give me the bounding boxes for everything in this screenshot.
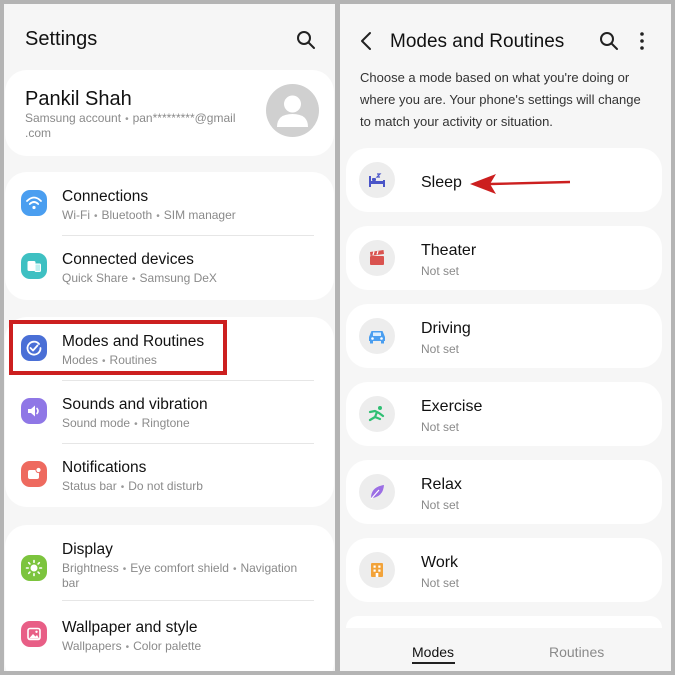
settings-item-sub: Status bar • Do not disturb <box>62 479 203 493</box>
mode-title: Relax <box>421 476 462 493</box>
account-email: pan*********@gmail <box>132 111 236 125</box>
mode-title: Driving <box>421 320 471 337</box>
notification-icon <box>21 461 47 487</box>
settings-item-label: Connected devices <box>62 251 194 268</box>
clapperboard-icon <box>359 240 395 276</box>
mode-card-relax[interactable]: Relax Not set <box>346 460 662 524</box>
divider <box>62 380 314 381</box>
divider <box>62 600 314 601</box>
search-icon[interactable] <box>597 29 621 53</box>
account-email-line2: .com <box>25 126 52 140</box>
profile-account: Samsung account • pan*********@gmail <box>25 111 236 125</box>
tab-modes-indicator <box>412 662 455 664</box>
description-line: to match your activity or situation. <box>360 114 553 129</box>
sub-soundmode: Sound mode <box>62 416 131 430</box>
more-options-icon[interactable] <box>630 29 654 53</box>
settings-item-label: Connections <box>62 188 149 205</box>
settings-item-sub: Brightness • Eye comfort shield • Navigation <box>62 561 298 575</box>
sub-quickshare: Quick Share <box>62 271 129 285</box>
devices-icon <box>21 253 47 279</box>
settings-item-sub: Sound mode • Ringtone <box>62 416 190 430</box>
divider <box>62 443 314 444</box>
speaker-icon <box>21 398 47 424</box>
settings-item-label: Wallpaper and style <box>62 619 198 636</box>
search-icon[interactable] <box>294 28 318 52</box>
description-line: Choose a mode based on what you're doing… <box>360 70 630 85</box>
sub-eyecomfort: Eye comfort shield <box>130 561 229 575</box>
arrow-annotation <box>470 172 572 196</box>
settings-item-sub-line2: bar <box>62 576 80 590</box>
settings-item-label: Notifications <box>62 459 147 476</box>
mode-status: Not set <box>421 264 460 278</box>
profile-name: Pankil Shah <box>25 88 132 110</box>
sub-dex: Samsung DeX <box>139 271 217 285</box>
mode-title: Theater <box>421 242 477 259</box>
mode-card-partial <box>346 616 662 628</box>
wifi-icon <box>21 190 47 216</box>
back-chevron-icon[interactable] <box>354 29 378 53</box>
sub-wallpapers: Wallpapers <box>62 639 122 653</box>
description-line: where you are. Your phone's settings wil… <box>360 92 641 107</box>
sub-bluetooth: Bluetooth <box>101 208 153 222</box>
settings-item-sub: Wallpapers • Color palette <box>62 639 202 653</box>
leaf-icon <box>359 474 395 510</box>
profile-card[interactable]: Pankil Shah Samsung account • pan*********… <box>5 70 334 156</box>
mode-title: Exercise <box>421 398 483 415</box>
car-icon <box>359 318 395 354</box>
sub-navigation: Navigation <box>240 561 298 575</box>
mode-card-theater[interactable]: Theater Not set <box>346 226 662 290</box>
sub-ringtone: Ringtone <box>141 416 190 430</box>
settings-item-label: Sounds and vibration <box>62 396 208 413</box>
sub-brightness: Brightness <box>62 561 119 575</box>
sub-sim: SIM manager <box>163 208 236 222</box>
mode-card-driving[interactable]: Driving Not set <box>346 304 662 368</box>
mode-status: Not set <box>421 342 460 356</box>
settings-item-sub: Wi-Fi • Bluetooth • SIM manager <box>62 208 236 222</box>
mode-title: Work <box>421 554 459 571</box>
settings-item-sub: Quick Share • Samsung DeX <box>62 271 217 285</box>
page-title: Settings <box>25 28 98 50</box>
divider <box>62 235 314 236</box>
mode-status: Not set <box>421 576 460 590</box>
bed-icon <box>359 162 395 198</box>
avatar[interactable] <box>266 84 319 137</box>
bottom-tab-bar <box>340 628 671 671</box>
mode-title: Sleep <box>421 174 462 191</box>
modes-panel: Modes and Routines Choose a mode based o… <box>340 4 671 671</box>
account-label: Samsung account <box>25 111 122 125</box>
highlight-box <box>9 320 227 375</box>
building-icon <box>359 552 395 588</box>
page-title: Modes and Routines <box>390 31 565 52</box>
sub-colorpalette: Color palette <box>133 639 202 653</box>
tab-modes[interactable]: Modes <box>412 644 454 660</box>
mode-status: Not set <box>421 498 460 512</box>
mode-status: Not set <box>421 420 460 434</box>
mode-card-exercise[interactable]: Exercise Not set <box>346 382 662 446</box>
settings-panel: Settings Pankil Shah Samsung account • pan… <box>4 4 335 671</box>
sub-dnd: Do not disturb <box>128 479 203 493</box>
image-icon <box>21 621 47 647</box>
sun-icon <box>21 555 47 581</box>
settings-item-label: Display <box>62 541 113 558</box>
running-icon <box>359 396 395 432</box>
tab-routines[interactable]: Routines <box>549 644 604 660</box>
mode-card-work[interactable]: Work Not set <box>346 538 662 602</box>
sub-wifi: Wi-Fi <box>62 208 90 222</box>
sub-statusbar: Status bar <box>62 479 117 493</box>
